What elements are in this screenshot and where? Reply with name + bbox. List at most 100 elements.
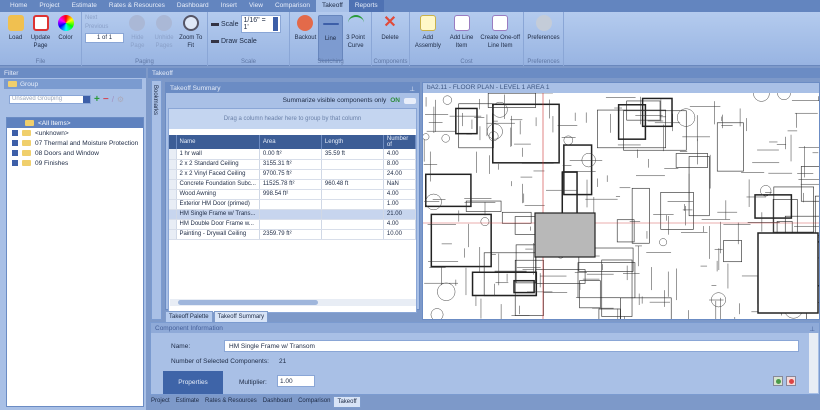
expand-icon[interactable]: [12, 150, 18, 156]
table-cell: 3155.31 ft²: [259, 159, 322, 170]
create-one-off-button[interactable]: Create One-off Line Item: [480, 15, 520, 50]
table-cell: [321, 209, 384, 220]
plan-line: [581, 153, 596, 168]
plan-line: [757, 232, 819, 314]
bottom-tab-comparison[interactable]: Comparison: [295, 396, 333, 408]
column-header-area[interactable]: Area: [259, 135, 322, 149]
bottom-tab-rates[interactable]: Rates & Resources: [202, 396, 260, 408]
horizontal-scrollbar[interactable]: [170, 299, 416, 306]
scale-select[interactable]: 1/16" = 1': [240, 15, 281, 33]
expand-icon[interactable]: [12, 160, 18, 166]
folder-icon: [22, 140, 31, 146]
expand-icon[interactable]: [12, 130, 18, 136]
component-name-input[interactable]: HM Single Frame w/ Transom: [224, 340, 799, 352]
menu-tab-estimate[interactable]: Estimate: [66, 0, 103, 12]
table-row[interactable]: HM Double Door Frame w... 4.00: [169, 219, 417, 230]
menu-tab-takeoff[interactable]: Takeoff: [315, 0, 349, 12]
previous-button[interactable]: Previous: [85, 24, 124, 30]
vertical-scrollbar[interactable]: [809, 333, 818, 393]
column-header-number[interactable]: Number of: [383, 135, 417, 149]
expand-icon[interactable]: [12, 140, 18, 146]
table-row[interactable]: 2 x 2 Standard Ceiling 3155.31 ft² 8.00: [169, 159, 417, 170]
unhide-pages-button[interactable]: Unhide Pages: [151, 15, 178, 50]
tree-item[interactable]: 08 Doors and Window: [7, 148, 143, 158]
edit-group-icon[interactable]: /: [112, 95, 114, 104]
table-cell: 21.00: [383, 209, 417, 220]
line-icon: [322, 23, 339, 25]
settings-icon[interactable]: ⚙: [117, 95, 124, 104]
floor-plan-drawing[interactable]: [422, 85, 820, 351]
line-button[interactable]: Line: [317, 15, 344, 61]
one-off-icon: [492, 15, 509, 31]
table-cell: [321, 229, 384, 240]
menu-tab-view[interactable]: View: [243, 0, 269, 12]
tree-item[interactable]: 07 Thermal and Moisture Protection: [7, 138, 143, 148]
table-row[interactable]: 1 hr wall 0.00 ft² 35.59 ft 4.00: [169, 149, 417, 160]
next-button[interactable]: Next: [85, 15, 124, 21]
plan-line: [716, 122, 744, 172]
menu-tab-project[interactable]: Project: [33, 0, 65, 12]
add-assembly-button[interactable]: Add Assembly: [413, 15, 443, 50]
pin-icon[interactable]: ⊥: [409, 85, 415, 93]
add-group-icon[interactable]: +: [94, 94, 100, 105]
table-cell: 1 hr wall: [176, 149, 260, 160]
table-row[interactable]: 2 x 2 Vinyl Faced Ceiling 9700.75 ft² 24.0…: [169, 169, 417, 180]
bottom-tab-estimate[interactable]: Estimate: [173, 396, 202, 408]
table-cell: 4.00: [383, 149, 417, 160]
table-cell: 10.00: [383, 229, 417, 240]
table-row[interactable]: Exterior HM Door (primed) 1.00: [169, 199, 417, 210]
cancel-button[interactable]: [786, 376, 796, 386]
delete-button[interactable]: ✕ Delete: [375, 15, 405, 42]
ribbon: Load Update Page Color File Next Previou…: [0, 12, 820, 66]
table-cell: Wood Awning: [176, 189, 260, 200]
table-row[interactable]: Concrete Foundation Subc... 11525.78 ft² 9…: [169, 179, 417, 190]
grouping-select[interactable]: Unsaved Grouping: [9, 95, 91, 104]
pin-icon[interactable]: ⊥: [809, 325, 815, 333]
bottom-tab-takeoff[interactable]: Takeoff: [333, 396, 361, 408]
multiplier-input[interactable]: 1.00: [277, 375, 315, 387]
bookmarks-tab[interactable]: Bookmarks: [151, 80, 162, 320]
add-line-item-button[interactable]: Add Line Item: [447, 15, 477, 50]
update-page-button[interactable]: Update Page: [28, 15, 53, 50]
column-header-length[interactable]: Length: [321, 135, 384, 149]
table-cell: 35.59 ft: [321, 149, 384, 160]
menu-tab-dashboard[interactable]: Dashboard: [171, 0, 215, 12]
plan-line: [641, 97, 673, 128]
plan-line: [723, 240, 742, 263]
tree-item[interactable]: <unknown>: [7, 128, 143, 138]
hide-page-button[interactable]: Hide Page: [124, 15, 151, 50]
remove-group-icon[interactable]: −: [103, 94, 109, 105]
load-button[interactable]: Load: [3, 15, 28, 42]
color-button[interactable]: Color: [53, 15, 78, 42]
tree-item[interactable]: 09 Finishes: [7, 158, 143, 168]
zoom-to-fit-button[interactable]: Zoom To Fit: [177, 15, 204, 50]
menu-tab-rates[interactable]: Rates & Resources: [103, 0, 171, 12]
menu-tab-comparison[interactable]: Comparison: [269, 0, 316, 12]
draw-scale-button[interactable]: Draw Scale: [211, 38, 257, 45]
bottom-tab-dashboard[interactable]: Dashboard: [260, 396, 295, 408]
menu-tab-insert[interactable]: Insert: [215, 0, 243, 12]
table-row[interactable]: Wood Awning 998.54 ft² 4.00: [169, 189, 417, 200]
tree-item-all[interactable]: <All Items>: [7, 118, 143, 128]
table-cell: 4.00: [383, 219, 417, 230]
table-row[interactable]: HM Single Frame w/ Trans... 21.00: [169, 209, 417, 220]
summary-header: Takeoff Summary ⊥: [166, 83, 419, 93]
scrollbar-thumb[interactable]: [178, 300, 318, 305]
bottom-tab-project[interactable]: Project: [148, 396, 173, 408]
page-indicator[interactable]: 1 of 1: [85, 33, 125, 43]
floor-plan-viewer[interactable]: bA2.11 - FLOOR PLAN - LEVEL 1 AREA 1: [422, 82, 820, 351]
delete-x-icon: ✕: [383, 14, 397, 31]
group-by-area[interactable]: Drag a column header here to group by th…: [169, 109, 416, 129]
menu-tab-home[interactable]: Home: [4, 0, 33, 12]
column-header-name[interactable]: Name: [176, 135, 260, 149]
folder-icon: [22, 130, 31, 136]
curve-button[interactable]: 3 Point Curve: [343, 15, 368, 50]
preferences-button[interactable]: Preferences: [527, 15, 560, 42]
summarize-toggle[interactable]: [404, 97, 416, 104]
menu-tab-reports[interactable]: Reports: [348, 0, 384, 12]
group-file: Load Update Page Color File: [0, 12, 82, 66]
table-row[interactable]: Painting - Drywall Ceiling 2359.79 ft² 10.…: [169, 229, 417, 240]
properties-tab[interactable]: Properties: [163, 371, 223, 394]
backout-button[interactable]: Backout: [293, 15, 318, 42]
accept-button[interactable]: [773, 376, 783, 386]
